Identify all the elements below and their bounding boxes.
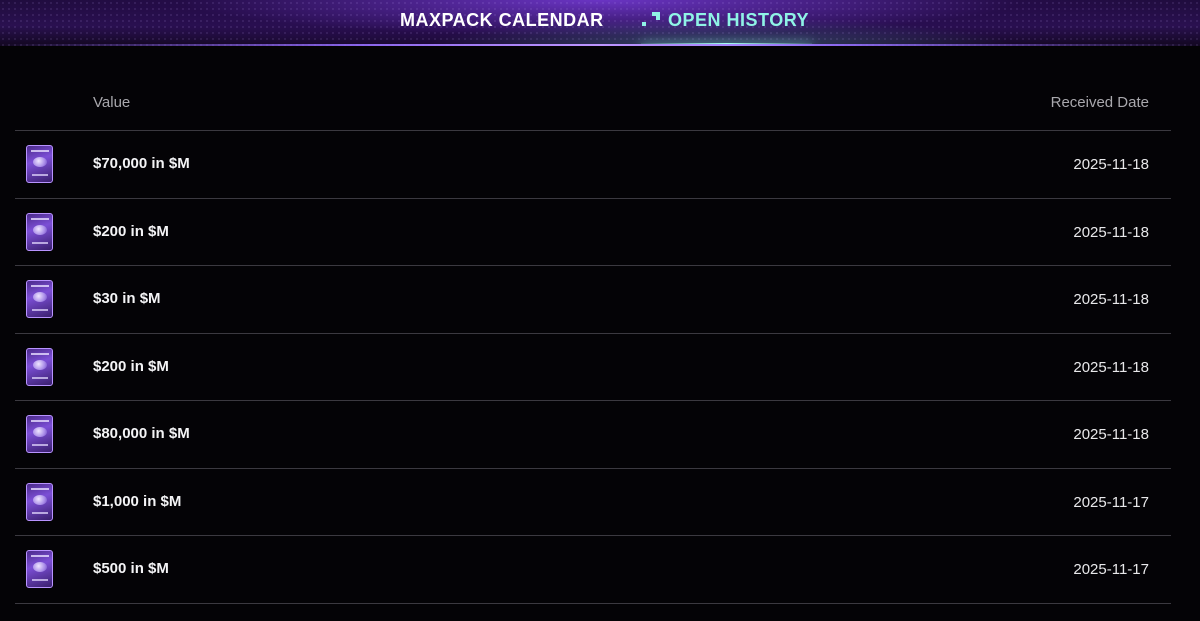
table-row[interactable]: $200 in $M 2025-11-18 [15, 334, 1171, 401]
row-value: $70,000 in $M [93, 155, 190, 172]
row-value: $80,000 in $M [93, 425, 190, 442]
top-nav-bar: MAXPACK CALENDAR OPEN HISTORY [0, 0, 1200, 46]
tab-open-history-label: OPEN HISTORY [668, 10, 810, 30]
pack-card-icon [26, 212, 53, 251]
pack-card-icon [26, 550, 53, 588]
row-date: 2025-11-18 [1073, 291, 1149, 308]
row-date: 2025-11-18 [1073, 156, 1149, 173]
tab-maxpack-calendar[interactable]: MAXPACK CALENDAR [400, 10, 604, 32]
column-header-received-date: Received Date [1050, 94, 1149, 111]
table-row[interactable]: $80,000 in $M 2025-11-18 [15, 401, 1171, 469]
pack-card-icon [26, 347, 53, 386]
table-row[interactable]: $200 in $M 2025-11-18 [15, 199, 1171, 266]
table-header: Value Received Date [15, 46, 1171, 131]
row-date: 2025-11-18 [1073, 426, 1149, 443]
table-row[interactable]: $70,000 in $M 2025-11-18 [15, 131, 1171, 199]
table-row[interactable]: $500 in $M 2025-11-17 [15, 536, 1171, 604]
row-value: $200 in $M [93, 357, 169, 375]
row-date: 2025-11-18 [1073, 358, 1149, 376]
pack-card-icon [26, 415, 53, 453]
tab-open-history[interactable]: OPEN HISTORY [642, 10, 809, 32]
row-date: 2025-11-18 [1073, 223, 1149, 241]
history-table: Value Received Date $70,000 in $M 2025-1… [15, 46, 1171, 604]
table-row[interactable]: $1,000 in $M 2025-11-17 [15, 469, 1171, 536]
pack-card-icon [26, 482, 53, 521]
pack-card-icon [26, 280, 53, 318]
tab-maxpack-calendar-label: MAXPACK CALENDAR [400, 10, 604, 30]
pack-card-icon [26, 145, 53, 183]
row-value: $1,000 in $M [93, 492, 182, 510]
row-value: $500 in $M [93, 560, 169, 577]
row-value: $30 in $M [93, 290, 161, 307]
row-value: $200 in $M [93, 222, 169, 240]
row-date: 2025-11-17 [1073, 561, 1149, 578]
table-row[interactable]: $30 in $M 2025-11-18 [15, 266, 1171, 334]
history-dots-icon [642, 10, 660, 28]
row-date: 2025-11-17 [1073, 493, 1149, 511]
column-header-value: Value [93, 94, 131, 111]
